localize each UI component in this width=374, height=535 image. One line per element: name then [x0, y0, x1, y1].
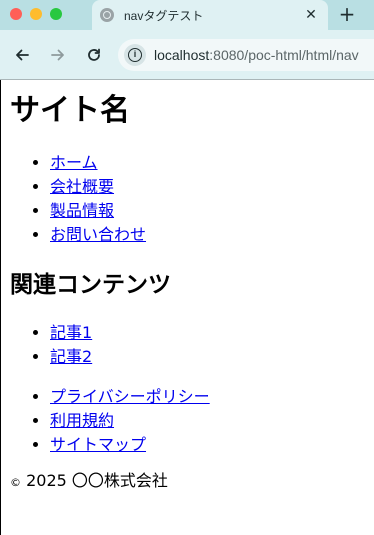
footer-link-terms[interactable]: 利用規約 — [50, 411, 114, 430]
close-window-button[interactable] — [10, 8, 22, 20]
nav-link-company[interactable]: 会社概要 — [50, 177, 114, 196]
site-info-button[interactable]: i — [124, 44, 146, 66]
footer-item-sitemap: サイトマップ — [50, 433, 374, 457]
footer-item-terms: 利用規約 — [50, 409, 374, 433]
browser-toolbar: i localhost:8080/poc-html/html/nav — [0, 30, 374, 80]
forward-button[interactable] — [40, 37, 76, 73]
copyright: © 2025 〇〇株式会社 — [10, 471, 374, 493]
copyright-symbol: © — [10, 476, 21, 489]
page-content: サイト名 ホーム 会社概要 製品情報 お問い合わせ 関連コンテンツ 記事1 記事… — [0, 80, 374, 535]
nav-item-home: ホーム — [50, 151, 374, 175]
tab-close-icon[interactable]: ✕ — [302, 7, 320, 23]
nav-link-contact[interactable]: お問い合わせ — [50, 225, 146, 244]
info-icon: i — [128, 48, 142, 62]
url-path: :8080/poc-html/html/nav — [209, 47, 359, 63]
site-title: サイト名 — [10, 93, 130, 128]
footer-nav: プライバシーポリシー 利用規約 サイトマップ — [10, 385, 374, 457]
nav-item-products: 製品情報 — [50, 199, 374, 223]
tab-active[interactable]: navタグテスト ✕ — [92, 0, 328, 30]
footer-link-sitemap[interactable]: サイトマップ — [50, 435, 146, 454]
nav-link-home[interactable]: ホーム — [50, 153, 98, 172]
aside-title: 関連コンテンツ — [10, 272, 171, 298]
footer-link-privacy[interactable]: プライバシーポリシー — [50, 387, 210, 406]
aside-item-article-2: 記事2 — [50, 345, 374, 369]
url-text: localhost:8080/poc-html/html/nav — [154, 47, 359, 63]
footer-item-privacy: プライバシーポリシー — [50, 385, 374, 409]
arrow-right-icon — [51, 49, 64, 61]
globe-icon — [100, 8, 114, 22]
aside-link-article-2[interactable]: 記事2 — [50, 347, 92, 366]
nav-link-products[interactable]: 製品情報 — [50, 201, 114, 220]
new-tab-button[interactable]: + — [336, 3, 358, 25]
reload-button[interactable] — [76, 37, 112, 73]
minimize-window-button[interactable] — [30, 8, 42, 20]
aside-item-article-1: 記事1 — [50, 321, 374, 345]
url-host: localhost — [154, 47, 210, 63]
tab-strip: navタグテスト ✕ + — [0, 0, 374, 30]
browser-chrome: navタグテスト ✕ + i localhost:8080/poc-html/h… — [0, 0, 374, 80]
maximize-window-button[interactable] — [50, 8, 62, 20]
nav-item-company: 会社概要 — [50, 175, 374, 199]
arrow-left-icon — [16, 49, 29, 61]
nav-item-contact: お問い合わせ — [50, 223, 374, 247]
reload-icon — [88, 48, 100, 61]
copyright-text: 2025 〇〇株式会社 — [21, 471, 168, 490]
window-controls — [10, 8, 62, 20]
tab-title: navタグテスト — [124, 8, 204, 23]
main-nav: ホーム 会社概要 製品情報 お問い合わせ — [10, 151, 374, 247]
aside-nav: 記事1 記事2 — [10, 321, 374, 369]
aside-link-article-1[interactable]: 記事1 — [50, 323, 92, 342]
address-bar[interactable]: i localhost:8080/poc-html/html/nav — [118, 39, 374, 71]
back-button[interactable] — [4, 37, 40, 73]
